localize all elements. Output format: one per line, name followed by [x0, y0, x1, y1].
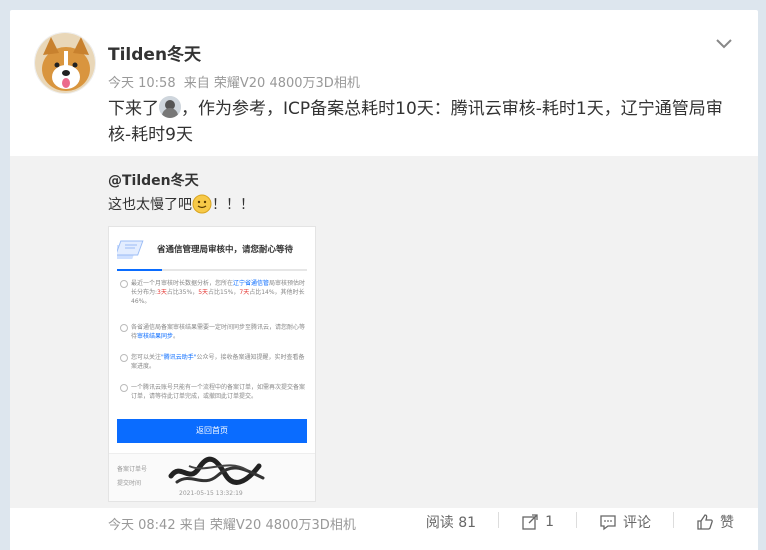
submit-date: 2021-05-15 13:32:19 — [179, 490, 243, 497]
repost-text: 这也太慢了吧 ！！！ — [108, 194, 254, 214]
divider — [673, 512, 674, 528]
post-time[interactable]: 今天 10:58 — [108, 76, 176, 91]
share-icon — [522, 514, 538, 530]
read-count: 阅读 81 — [425, 515, 477, 531]
shot-bullet-2: 各省通信局备案审核结果需要一定时间同步至腾讯云，请您耐心等待审核结果同步。 — [119, 323, 309, 341]
divider — [576, 512, 577, 528]
post-card: Tilden冬天 今天 10:58 来自 荣耀V20 4800万3D相机 下来了… — [10, 10, 758, 550]
shot-bullet-3: 您可以关注"腾讯云助手"公众号，接收备案通知提醒，实时查看备案进度。 — [119, 353, 309, 371]
repost-mention[interactable]: @Tilden冬天 — [108, 170, 199, 190]
redaction-scribble — [168, 456, 265, 485]
repost-text-after: ！！！ — [212, 197, 254, 213]
post-text-before: 下来了 — [108, 99, 159, 119]
divider — [498, 512, 500, 528]
shot-title: 省通信管理局审核中，请您耐心等待 — [157, 245, 294, 255]
post-source[interactable]: 来自 荣耀V20 4800万3D相机 — [184, 76, 360, 91]
shot-header: 省通信管理局审核中，请您耐心等待 — [110, 235, 307, 263]
post-meta: 今天 10:58 来自 荣耀V20 4800万3D相机 — [108, 72, 364, 91]
return-home-button: 返回首页 — [117, 419, 307, 443]
post-text-after: ，作为参考，ICP备案总耗时10天：腾讯云审核-耗时1天，辽宁通管局审核-耗时9… — [108, 99, 723, 145]
progress-bar — [117, 269, 307, 271]
shot-bullet-1: 最近一个月审核时长数据分析，您所在辽宁省通信管局审核预估时长分布为:3天占比35… — [119, 279, 309, 306]
comment-icon — [600, 515, 616, 531]
repost-time[interactable]: 今天 08:42 — [108, 518, 176, 533]
repost-text-before: 这也太慢了吧 — [108, 197, 192, 213]
repost-source[interactable]: 来自 荣耀V20 4800万3D相机 — [180, 518, 356, 533]
user-avatar[interactable] — [34, 32, 96, 94]
repost-button[interactable]: 1 — [521, 512, 554, 532]
comment-button[interactable]: 评论 — [599, 512, 651, 532]
inline-avatar-icon — [159, 96, 181, 118]
submit-label: 提交时间 — [117, 480, 142, 487]
attached-image[interactable]: 省通信管理局审核中，请您耐心等待 最近一个月审核时长数据分析，您所在辽宁省通信管… — [108, 226, 316, 502]
post-text: 下来了 ，作为参考，ICP备案总耗时10天：腾讯云审核-耗时1天，辽宁通管局审核-… — [108, 96, 738, 148]
username[interactable]: Tilden冬天 — [108, 40, 201, 65]
shot-bullet-4: 一个腾讯云账号只能有一个流程中的备案订单，如需再次提交备案订单，请等待此订单完成… — [119, 383, 309, 401]
smile-emoji-icon — [192, 194, 212, 214]
order-label: 备案订单号 — [117, 466, 148, 473]
action-bar: 阅读 81 1 评论 赞 — [426, 512, 734, 532]
document-stack-icon — [110, 240, 144, 259]
shot-footer: 备案订单号 提交时间 2021-05-15 13:32:19 — [109, 453, 315, 501]
repost-block: @Tilden冬天 这也太慢了吧 ！！！ 省通信管理局审核中，请您耐心等待 最近一… — [10, 156, 758, 508]
thumbs-up-icon — [697, 514, 713, 530]
repost-meta: 今天 08:42 来自 荣耀V20 4800万3D相机 — [108, 514, 356, 533]
like-button[interactable]: 赞 — [696, 512, 734, 532]
chevron-down-icon[interactable] — [714, 36, 734, 50]
